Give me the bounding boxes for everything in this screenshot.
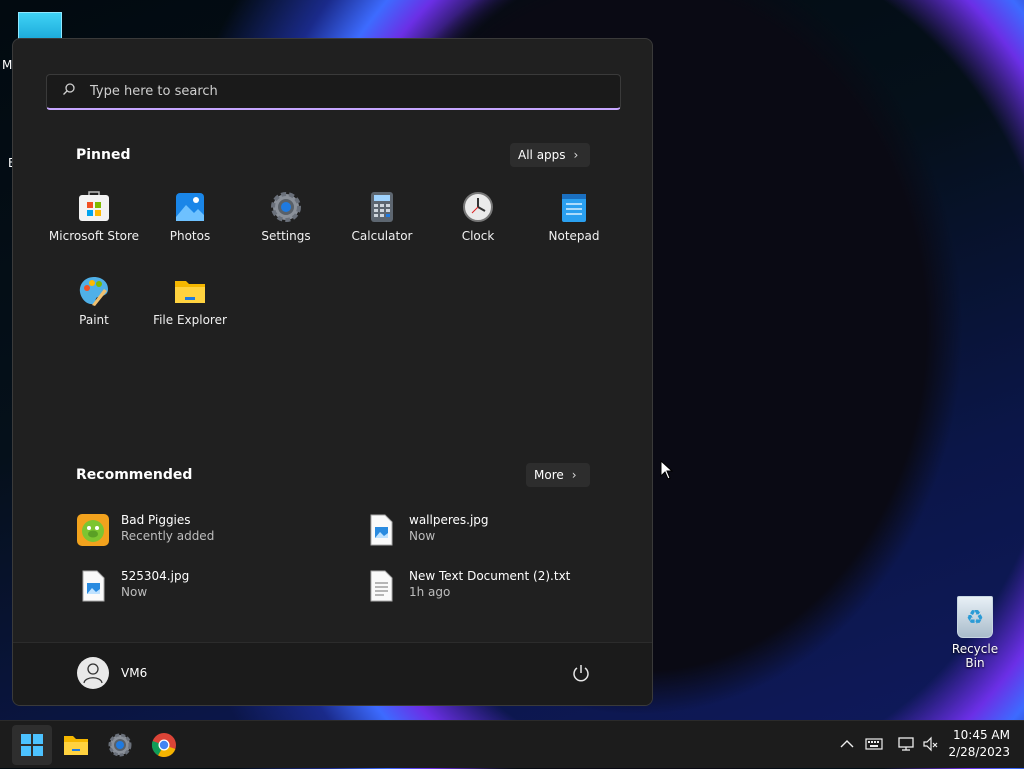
- clock-time: 10:45 AM: [953, 728, 1010, 742]
- user-avatar-icon[interactable]: [77, 657, 109, 689]
- recommended-item-name: New Text Document (2).txt: [409, 569, 571, 583]
- folder-icon: [64, 736, 88, 755]
- recommended-item-subtitle: 1h ago: [409, 585, 451, 599]
- settings-gear-icon: [108, 733, 132, 757]
- image-file-icon: [76, 569, 110, 603]
- recommended-item[interactable]: 525304.jpg Now: [76, 567, 326, 607]
- pinned-app-notepad[interactable]: Notepad: [526, 191, 622, 243]
- calculator-icon: [366, 191, 398, 223]
- pinned-app-label: Calculator: [351, 229, 413, 243]
- start-button[interactable]: [12, 725, 52, 765]
- chevron-right-icon: ›: [571, 468, 577, 482]
- microsoft-store-icon: [78, 191, 110, 223]
- windows-logo-icon: [21, 734, 43, 756]
- pinned-app-label: Microsoft Store: [48, 229, 140, 243]
- text-file-icon: [364, 569, 398, 603]
- recommended-item-subtitle: Now: [121, 585, 148, 599]
- pinned-app-microsoft-store[interactable]: Microsoft Store: [46, 191, 142, 243]
- recommended-item-name: wallperes.jpg: [409, 513, 489, 527]
- recommended-item[interactable]: New Text Document (2).txt 1h ago: [364, 567, 614, 607]
- clock-date: 2/28/2023: [948, 745, 1010, 759]
- pinned-app-paint[interactable]: Paint: [46, 275, 142, 327]
- more-label: More: [534, 468, 564, 482]
- pinned-app-label: Clock: [461, 229, 495, 243]
- recycle-bin-label: Recycle Bin: [951, 642, 999, 670]
- chevron-up-icon[interactable]: [838, 735, 856, 753]
- network-icon[interactable]: [897, 735, 915, 753]
- recommended-item[interactable]: Bad Piggies Recently added: [76, 511, 326, 551]
- taskbar: 10:45 AM 2/28/2023: [0, 720, 1024, 768]
- photos-icon: [174, 191, 206, 223]
- recommended-item-subtitle: Recently added: [121, 529, 215, 543]
- search-icon: [63, 83, 75, 95]
- more-button[interactable]: More ›: [526, 463, 590, 487]
- taskbar-file-explorer[interactable]: [56, 725, 96, 765]
- pinned-app-label: Paint: [79, 313, 109, 327]
- recommended-item[interactable]: wallperes.jpg Now: [364, 511, 614, 551]
- recommended-item-name: 525304.jpg: [121, 569, 190, 583]
- user-name[interactable]: VM6: [121, 666, 147, 680]
- chrome-icon: [151, 733, 176, 758]
- recommended-item-name: Bad Piggies: [121, 513, 191, 527]
- taskbar-chrome[interactable]: [144, 725, 184, 765]
- recycle-bin[interactable]: Recycle Bin: [942, 596, 1008, 670]
- recommended-item-subtitle: Now: [409, 529, 436, 543]
- pinned-app-settings[interactable]: Settings: [238, 191, 334, 243]
- pinned-app-file-explorer[interactable]: File Explorer: [142, 275, 238, 327]
- taskbar-settings[interactable]: [100, 725, 140, 765]
- pinned-app-photos[interactable]: Photos: [142, 191, 238, 243]
- search-box[interactable]: Type here to search: [46, 74, 621, 110]
- pinned-title: Pinned: [76, 147, 131, 163]
- pinned-app-label: File Explorer: [153, 313, 227, 327]
- folder-icon: [174, 275, 206, 307]
- speaker-muted-icon[interactable]: [922, 735, 940, 753]
- keyboard-icon[interactable]: [865, 735, 883, 753]
- system-clock[interactable]: 10:45 AM 2/28/2023: [948, 727, 1010, 761]
- notepad-icon: [558, 191, 590, 223]
- recommended-title: Recommended: [76, 467, 193, 483]
- all-apps-label: All apps: [518, 148, 566, 162]
- clock-icon: [462, 191, 494, 223]
- start-menu-footer: VM6: [13, 642, 652, 705]
- pinned-app-calculator[interactable]: Calculator: [334, 191, 430, 243]
- mouse-cursor-icon: [660, 460, 674, 480]
- pinned-app-label: Settings: [261, 229, 311, 243]
- image-file-icon: [364, 513, 398, 547]
- desktop-icon-label-stub: M: [2, 58, 13, 72]
- search-placeholder: Type here to search: [90, 84, 218, 99]
- paint-palette-icon: [78, 275, 110, 307]
- power-icon[interactable]: [571, 663, 591, 683]
- start-menu: Type here to search Pinned All apps › Mic…: [12, 38, 653, 706]
- all-apps-button[interactable]: All apps ›: [510, 143, 590, 167]
- pinned-app-label: Notepad: [548, 229, 600, 243]
- bad-piggies-icon: [76, 513, 110, 547]
- pinned-app-clock[interactable]: Clock: [430, 191, 526, 243]
- chevron-right-icon: ›: [573, 148, 579, 162]
- settings-gear-icon: [270, 191, 302, 223]
- pinned-app-label: Photos: [169, 229, 211, 243]
- recycle-bin-icon: [957, 596, 993, 638]
